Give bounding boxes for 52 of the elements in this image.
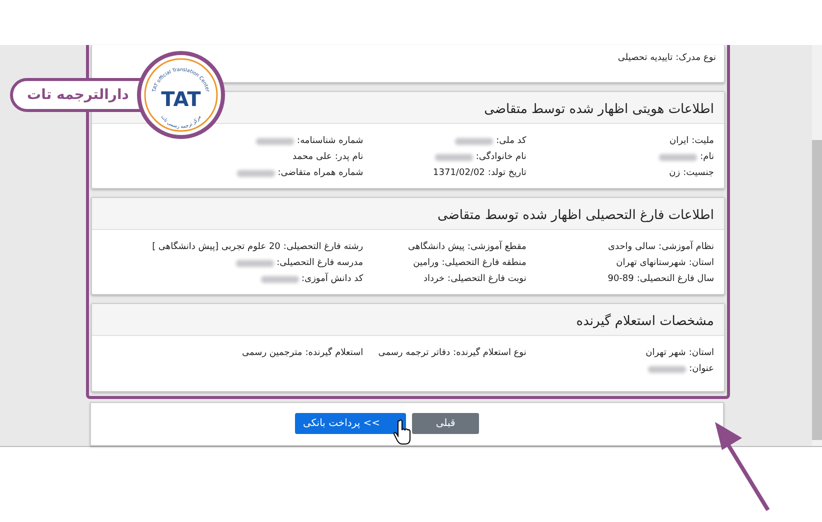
redacted-value bbox=[434, 154, 473, 160]
field-label: استان: bbox=[688, 258, 714, 268]
field-value: خرداد bbox=[424, 274, 445, 284]
field-label: نوع استعلام گیرنده: bbox=[453, 348, 526, 358]
redacted-value bbox=[256, 138, 294, 144]
back-button[interactable]: قبلی bbox=[412, 413, 480, 434]
redacted-value bbox=[648, 366, 686, 372]
field-label: مقطع آموزشی: bbox=[468, 242, 526, 252]
redacted-value bbox=[236, 260, 274, 266]
field-value: 1371/02/02 bbox=[433, 168, 485, 178]
field-label: رشته فارغ التحصیلی: bbox=[283, 242, 364, 252]
section-title: اطلاعات هویتی اظهار شده توسط متقاضی bbox=[484, 102, 714, 117]
field-label: نوبت فارغ التحصیلی: bbox=[448, 274, 526, 284]
field-label: جنسیت: bbox=[683, 168, 714, 178]
field-label: سال فارغ التحصیلی: bbox=[636, 274, 714, 284]
field-label: نام پدر: bbox=[334, 152, 364, 162]
continue-button[interactable]: >> پرداخت بانکی bbox=[294, 413, 406, 434]
field-value: شهر تهران bbox=[646, 348, 686, 358]
section-title: مشخصات استعلام گیرنده bbox=[576, 314, 714, 329]
field-value: ایران bbox=[670, 136, 689, 146]
field-value: علی محمد bbox=[292, 152, 332, 162]
field-label: ملیت: bbox=[692, 136, 714, 146]
redacted-value bbox=[455, 138, 494, 144]
field-label: استعلام گیرنده: bbox=[305, 348, 364, 358]
redacted-value bbox=[236, 170, 275, 176]
field-value: شهرستانهای تهران bbox=[616, 258, 686, 268]
field-value: مترجمین رسمی bbox=[242, 348, 302, 358]
field-label: شماره همراه متقاضی: bbox=[278, 168, 364, 178]
field-label: نام خانوادگی: bbox=[476, 152, 526, 162]
scrollbar[interactable] bbox=[812, 45, 822, 446]
field-value: تاییدیه تحصیلی bbox=[618, 53, 673, 63]
redacted-value bbox=[659, 154, 698, 160]
field-label: عنوان: bbox=[689, 364, 714, 374]
field-label: نظام آموزشی: bbox=[658, 242, 714, 252]
field-label: استان: bbox=[688, 348, 714, 358]
field-label: منطقه فارغ التحصیلی: bbox=[442, 258, 526, 268]
field-label: مدرسه فارغ التحصیلی: bbox=[276, 258, 364, 268]
field-value: دفاتر ترجمه رسمی bbox=[378, 348, 450, 358]
field-value: 90-89 bbox=[608, 274, 634, 284]
redacted-value bbox=[260, 276, 298, 282]
field-value: زن bbox=[669, 168, 680, 178]
section-title: اطلاعات فارغ التحصیلی اظهار شده توسط متقاضی bbox=[438, 208, 714, 223]
field-value: ورامین bbox=[413, 258, 439, 268]
field-label: تاریخ تولد: bbox=[488, 168, 526, 178]
field-value: پیش دانشگاهی bbox=[408, 242, 465, 252]
field-label: شماره شناسنامه: bbox=[297, 136, 364, 146]
field-label: نام: bbox=[700, 152, 714, 162]
field-value: 20 علوم تجربی [پیش دانشگاهی ] bbox=[152, 242, 280, 252]
field-label: نوع مدرک: bbox=[676, 53, 716, 63]
field-label: کد ملی: bbox=[496, 136, 526, 146]
field-label: کد دانش آموزی: bbox=[302, 274, 364, 284]
field-value: سالی واحدی bbox=[608, 242, 656, 252]
